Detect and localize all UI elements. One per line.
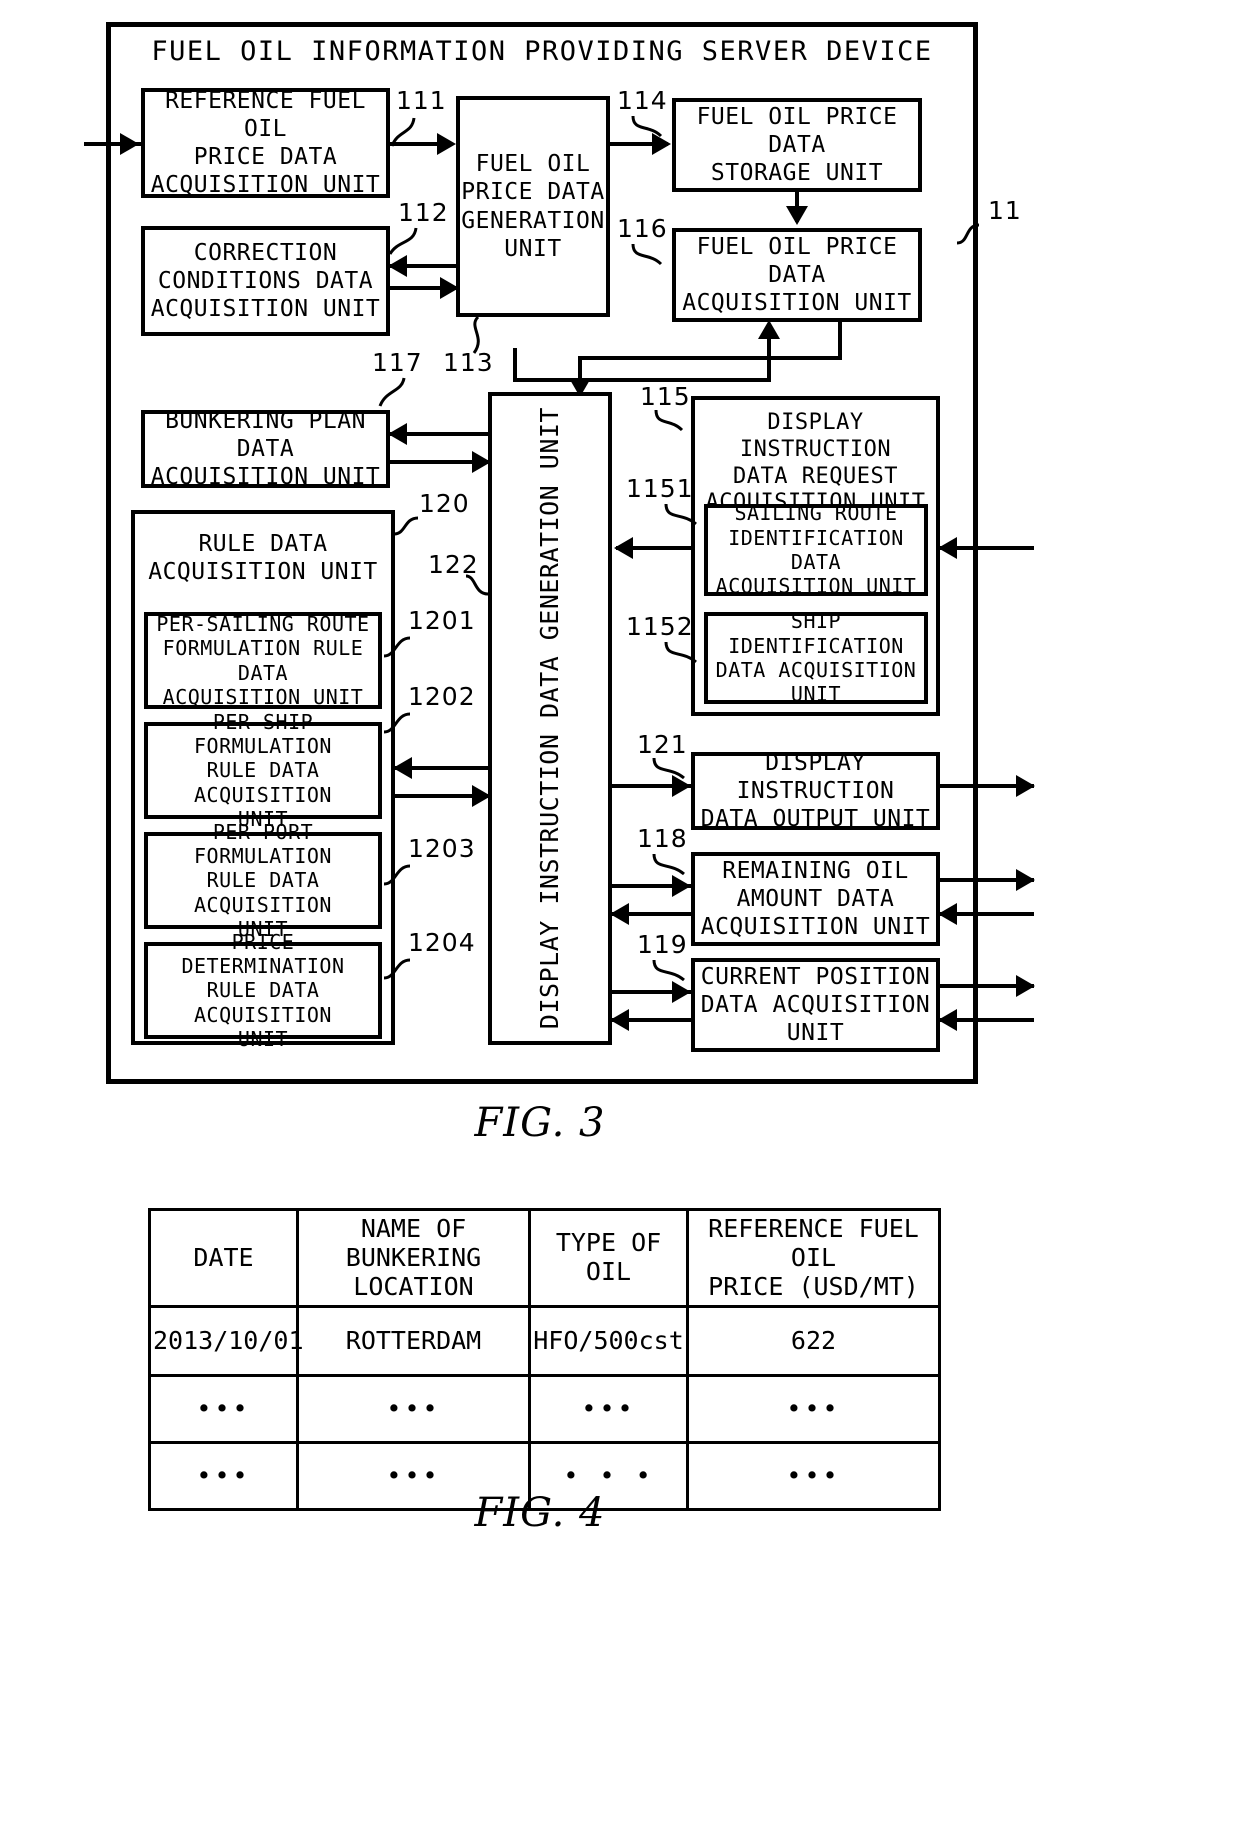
ship-identification-data-acquisition-unit[interactable]: SHIP IDENTIFICATION DATA ACQUISITION UNI…	[704, 609, 928, 707]
line-111-to-113	[390, 142, 442, 146]
external-output-arrow-118	[1016, 869, 1035, 891]
block-1201-label: PER-SAILING ROUTE FORMULATION RULE DATA …	[156, 611, 370, 709]
block-1151-label: SAILING ROUTE IDENTIFICATION DATA ACQUIS…	[715, 501, 917, 599]
external-output-arrow-121	[1016, 775, 1035, 797]
arrow-122-to-116	[758, 320, 780, 339]
per-sailing-route-formulation-rule-data-acquisition-unit[interactable]: PER-SAILING ROUTE FORMULATION RULE DATA …	[144, 612, 382, 709]
remaining-oil-amount-data-acquisition-unit[interactable]: REMAINING OIL AMOUNT DATA ACQUISITION UN…	[691, 852, 940, 946]
arrow-115-to-122	[614, 537, 633, 559]
ref-11-leader	[956, 223, 980, 245]
col-header-reference-price: REFERENCE FUEL OIL PRICE (USD/MT)	[686, 1207, 941, 1309]
ref-1152-leader	[664, 641, 697, 664]
arrow-122-to-118	[672, 875, 691, 897]
cell-oil-type: HFO/500cst	[528, 1305, 689, 1378]
cell-location: •••	[296, 1374, 531, 1445]
line-116-to-122-h	[578, 356, 842, 360]
block-1203-label: PER-PORT FORMULATION RULE DATA ACQUISITI…	[194, 819, 332, 942]
patent-figure-page: FUEL OIL INFORMATION PROVIDING SERVER DE…	[0, 0, 1240, 1830]
block-116-label: FUEL OIL PRICE DATA ACQUISITION UNIT	[682, 233, 912, 317]
correction-conditions-data-acquisition-unit[interactable]: CORRECTION CONDITIONS DATA ACQUISITION U…	[141, 226, 390, 336]
reference-fuel-oil-price-data-acquisition-unit[interactable]: REFERENCE FUEL OIL PRICE DATA ACQUISITIO…	[141, 88, 390, 198]
arrow-122-to-119	[672, 981, 691, 1003]
block-113-label: FUEL OIL PRICE DATA GENERATION UNIT	[461, 151, 605, 262]
cell-date: 2013/10/01	[148, 1305, 304, 1378]
ref-116-leader	[631, 243, 663, 266]
ref-1203-leader	[383, 864, 411, 886]
current-position-data-acquisition-unit[interactable]: CURRENT POSITION DATA ACQUISITION UNIT	[691, 958, 940, 1052]
ref-114-leader	[631, 115, 663, 138]
external-input-arrow-118	[938, 903, 957, 925]
cell-location: ROTTERDAM	[296, 1305, 531, 1378]
display-instruction-data-generation-unit[interactable]: DISPLAY INSTRUCTION DATA GENERATION UNIT	[488, 392, 612, 1045]
block-112-label: CORRECTION CONDITIONS DATA ACQUISITION U…	[150, 239, 381, 323]
ref-1204-leader	[383, 958, 411, 980]
table-row: ••• ••• ••• •••	[148, 1374, 941, 1445]
line-122-to-116-v	[513, 348, 517, 380]
col-header-date: DATE	[148, 1207, 299, 1309]
block-119-label: CURRENT POSITION DATA ACQUISITION UNIT	[700, 963, 931, 1047]
external-output-arrow-119	[1016, 975, 1035, 997]
bunkering-plan-data-acquisition-unit[interactable]: BUNKERING PLAN DATA ACQUISITION UNIT	[141, 407, 390, 491]
fuel-oil-price-data-storage-unit[interactable]: FUEL OIL PRICE DATA STORAGE UNIT	[672, 98, 922, 192]
block-117-label: BUNKERING PLAN DATA ACQUISITION UNIT	[150, 407, 381, 491]
figure3-caption: FIG. 3	[474, 1100, 606, 1146]
arrow-122-to-117	[388, 423, 407, 445]
display-instruction-data-output-unit[interactable]: DISPLAY INSTRUCTION DATA OUTPUT UNIT	[691, 749, 940, 833]
table-row: 2013/10/01 ROTTERDAM HFO/500cst 622	[148, 1305, 941, 1378]
block-1204-label: PRICE DETERMINATION RULE DATA ACQUISITIO…	[181, 929, 345, 1052]
ref-113-leader	[472, 315, 480, 354]
arrow-122-to-121	[672, 775, 691, 797]
price-determination-rule-data-acquisition-unit[interactable]: PRICE DETERMINATION RULE DATA ACQUISITIO…	[144, 930, 382, 1051]
per-port-formulation-rule-data-acquisition-unit[interactable]: PER-PORT FORMULATION RULE DATA ACQUISITI…	[144, 820, 382, 941]
cell-oil-type: •••	[528, 1374, 689, 1445]
ref-1151-leader	[664, 503, 697, 526]
ref-117: 117	[372, 348, 423, 377]
ref-117-leader	[378, 377, 406, 407]
line-116-to-122-v1	[838, 322, 842, 360]
arrow-122-to-120	[393, 757, 412, 779]
external-input-arrow-111	[120, 133, 139, 155]
external-input-arrow-119	[938, 1009, 957, 1031]
block-111-label: REFERENCE FUEL OIL PRICE DATA ACQUISITIO…	[150, 87, 381, 199]
cell-price: •••	[686, 1374, 941, 1445]
block-122-label: DISPLAY INSTRUCTION DATA GENERATION UNIT	[534, 407, 564, 1030]
arrow-113-to-112	[388, 255, 407, 277]
cell-price: 622	[686, 1305, 941, 1378]
arrow-114-to-116	[786, 206, 808, 225]
per-ship-formulation-rule-data-acquisition-unit[interactable]: PER-SHIP FORMULATION RULE DATA ACQUISITI…	[144, 710, 382, 831]
block-1152-label: SHIP IDENTIFICATION DATA ACQUISITION UNI…	[715, 609, 917, 707]
figure3-title: FUEL OIL INFORMATION PROVIDING SERVER DE…	[151, 36, 933, 67]
fuel-oil-price-data-acquisition-unit[interactable]: FUEL OIL PRICE DATA ACQUISITION UNIT	[672, 228, 922, 322]
external-input-arrow-115	[938, 537, 957, 559]
ref-1202-leader	[383, 712, 411, 734]
block-1202-label: PER-SHIP FORMULATION RULE DATA ACQUISITI…	[194, 709, 332, 832]
block-114-label: FUEL OIL PRICE DATA STORAGE UNIT	[696, 103, 898, 187]
figure4-caption: FIG. 4	[474, 1490, 606, 1536]
ref-1201-leader	[383, 636, 411, 658]
ref-120-leader	[393, 516, 419, 536]
col-header-type-of-oil: TYPE OF OIL	[528, 1207, 689, 1309]
block-121-label: DISPLAY INSTRUCTION DATA OUTPUT UNIT	[700, 749, 931, 833]
table-header-row: DATE NAME OF BUNKERING LOCATION TYPE OF …	[148, 1207, 941, 1309]
block-120-label: RULE DATA ACQUISITION UNIT	[148, 531, 378, 586]
fuel-oil-price-data-generation-unit[interactable]: FUEL OIL PRICE DATA GENERATION UNIT	[456, 96, 610, 317]
fuel-oil-price-table: DATE NAME OF BUNKERING LOCATION TYPE OF …	[148, 1207, 941, 1512]
block-118-label: REMAINING OIL AMOUNT DATA ACQUISITION UN…	[700, 857, 931, 941]
ref-115-leader	[654, 409, 684, 432]
sailing-route-identification-data-acquisition-unit[interactable]: SAILING ROUTE IDENTIFICATION DATA ACQUIS…	[704, 501, 928, 599]
arrow-111-to-113	[437, 133, 456, 155]
cell-date: •••	[148, 1374, 299, 1445]
ref-119: 119	[637, 930, 688, 959]
arrow-118-to-122	[610, 903, 629, 925]
ref-111-leader	[390, 117, 416, 147]
ref-118: 118	[637, 824, 688, 853]
ref-122-leader	[465, 574, 489, 596]
arrow-119-to-122	[610, 1009, 629, 1031]
col-header-bunkering-location: NAME OF BUNKERING LOCATION	[296, 1207, 531, 1309]
